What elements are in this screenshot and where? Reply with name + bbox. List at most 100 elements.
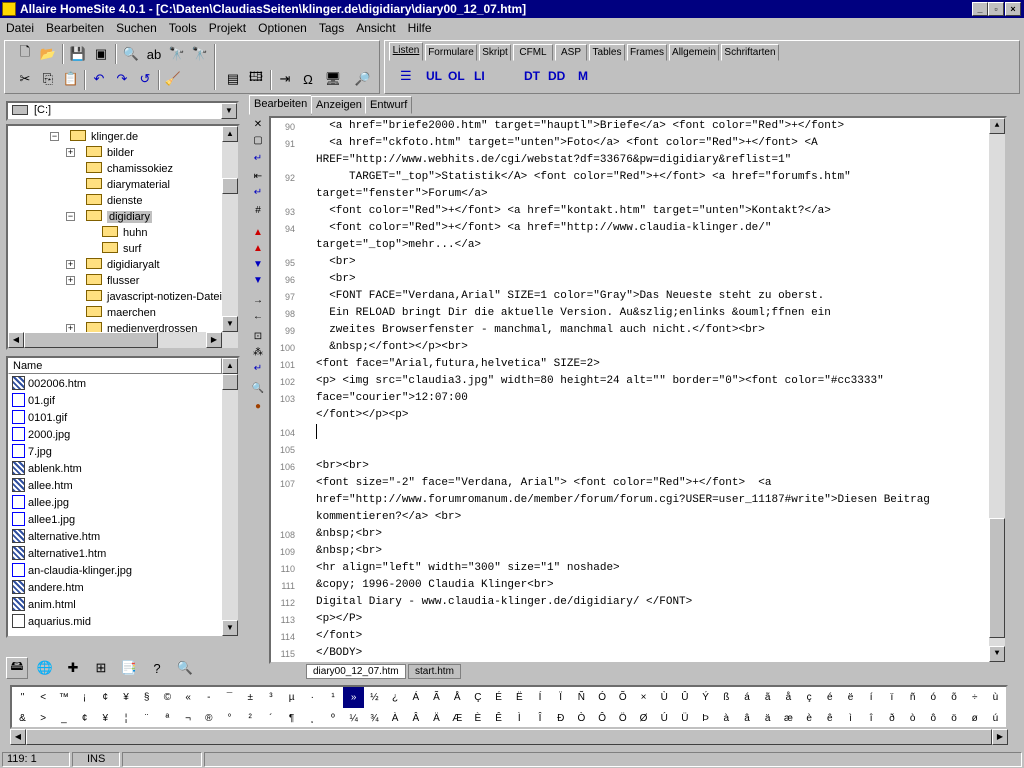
tree-item[interactable]: javascript-notizen-Dateien — [86, 289, 234, 305]
code-line[interactable]: &copy; 1996-2000 Claudia Klinger<br> — [316, 579, 554, 591]
menu-tags[interactable]: Tags — [313, 18, 350, 38]
special-char[interactable]: ¨ — [136, 708, 157, 729]
special-char[interactable]: Ô — [592, 708, 613, 729]
bookmark-prev-icon[interactable]: ▲ — [251, 242, 265, 256]
close-doc-icon[interactable]: ✕ — [251, 118, 265, 132]
minimize-button[interactable]: _ — [972, 2, 988, 16]
special-char[interactable]: ¹ — [323, 687, 344, 708]
special-char[interactable]: Û — [674, 687, 695, 708]
file-item[interactable]: aquarius.mid — [12, 614, 91, 631]
code-line[interactable]: kommentieren?</a> <br> — [316, 511, 461, 523]
special-char[interactable]: È — [467, 708, 488, 729]
replace-files-icon[interactable]: 🔭 — [189, 43, 211, 65]
drive-dropdown-icon[interactable]: ▼ — [221, 103, 237, 119]
quickbar-tab-frames[interactable]: Frames — [627, 44, 667, 61]
tag-button-li[interactable]: LI — [474, 66, 485, 86]
special-char[interactable]: µ — [281, 687, 302, 708]
file-item[interactable]: 0101.gif — [12, 410, 67, 427]
special-char[interactable]: è — [799, 708, 820, 729]
special-char[interactable]: â — [737, 708, 758, 729]
line-numbers-icon[interactable]: # — [251, 204, 265, 218]
paste-icon[interactable]: 📋 — [60, 68, 82, 90]
tree-hscroll[interactable]: ◀ ▶ — [8, 332, 238, 348]
code-line[interactable]: &nbsp;<br> — [316, 545, 382, 557]
doc-icon[interactable]: ▢ — [251, 134, 265, 148]
special-char[interactable]: Á — [405, 687, 426, 708]
special-char[interactable]: Å — [447, 687, 468, 708]
file-item[interactable]: 01.gif — [12, 393, 55, 410]
special-char[interactable]: Â — [405, 708, 426, 729]
menu-bearbeiten[interactable]: Bearbeiten — [40, 18, 110, 38]
special-char[interactable]: î — [861, 708, 882, 729]
expand-icon[interactable]: + — [66, 260, 75, 269]
special-char[interactable]: Ç — [467, 687, 488, 708]
quickbar-tab-schriftarten[interactable]: Schriftarten — [721, 44, 779, 61]
file-item[interactable]: 7.jpg — [12, 444, 52, 461]
special-char[interactable]: ² — [240, 708, 261, 729]
special-char[interactable]: ñ — [902, 687, 923, 708]
code-line[interactable]: Digital Diary - www.claudia-klinger.de/d… — [316, 596, 692, 608]
special-char[interactable]: ô — [923, 708, 944, 729]
special-char[interactable]: Ð — [550, 708, 571, 729]
special-char[interactable]: Ø — [633, 708, 654, 729]
special-char[interactable]: § — [136, 687, 157, 708]
special-char[interactable]: É — [488, 687, 509, 708]
bookmark-icon[interactable]: ▲ — [251, 226, 265, 240]
scroll-left-icon[interactable]: ◀ — [8, 332, 24, 348]
expand-icon[interactable]: + — [66, 148, 75, 157]
special-char[interactable]: ° — [219, 708, 240, 729]
file-item[interactable]: 2000.jpg — [12, 427, 70, 444]
special-char[interactable]: _ — [53, 708, 74, 729]
special-char[interactable]: ì — [840, 708, 861, 729]
code-line[interactable]: face="courier">12:07:00 — [316, 392, 468, 404]
special-char[interactable]: Õ — [612, 687, 633, 708]
special-char[interactable]: ä — [757, 708, 778, 729]
special-char[interactable]: ¢ — [95, 687, 116, 708]
code-line[interactable]: <a href="ckfoto.htm" target="unten">Foto… — [316, 137, 818, 149]
file-item[interactable]: alternative.htm — [12, 529, 100, 546]
file-item[interactable]: allee.jpg — [12, 495, 69, 512]
code-line[interactable]: HREF="http://www.webhits.de/cgi/webstat?… — [316, 154, 791, 166]
scroll-left-icon[interactable]: ◀ — [10, 729, 26, 745]
special-char[interactable]: ÷ — [964, 687, 985, 708]
tree-vscroll[interactable]: ▲ ▼ — [222, 126, 238, 332]
indent-right-icon[interactable]: → — [251, 294, 265, 308]
copy-icon[interactable]: ⎘ — [37, 68, 59, 90]
resource-tab-toggle-icon[interactable]: ▤ — [222, 68, 244, 90]
quickbar-tab-formulare[interactable]: Formulare — [425, 44, 477, 61]
special-char[interactable]: ù — [985, 687, 1006, 708]
special-char[interactable]: º — [323, 708, 344, 729]
code-editor[interactable]: 90 <a href="briefe2000.htm" target="haup… — [269, 116, 1007, 664]
browse-icon[interactable]: 🖽 — [245, 68, 267, 90]
special-char[interactable]: ¼ — [343, 708, 364, 729]
code-line[interactable]: <a href="briefe2000.htm" target="hauptl"… — [316, 120, 844, 132]
scroll-thumb[interactable] — [222, 178, 238, 194]
tree-item[interactable]: klinger.de — [70, 129, 138, 145]
scroll-up-icon[interactable]: ▲ — [222, 126, 238, 142]
redo-icon[interactable]: ↷ — [111, 68, 133, 90]
scroll-thumb[interactable] — [222, 374, 238, 390]
tag-inspector-icon[interactable]: 📑 — [118, 657, 140, 679]
special-char[interactable]: ê — [819, 708, 840, 729]
special-char[interactable]: ® — [198, 708, 219, 729]
help-icon[interactable]: ? — [146, 657, 168, 679]
special-char[interactable]: ¥ — [116, 687, 137, 708]
tag-button-dt[interactable]: DT — [524, 66, 540, 86]
code-line[interactable]: <br> — [316, 256, 355, 268]
special-char[interactable]: Þ — [695, 708, 716, 729]
hscroll-thumb[interactable] — [24, 332, 158, 348]
code-line[interactable]: </font></p><p> — [316, 409, 408, 421]
special-char[interactable]: ï — [881, 687, 902, 708]
code-line[interactable]: <FONT FACE="Verdana,Arial" SIZE=1 color=… — [316, 290, 824, 302]
tag-button-ol[interactable]: OL — [448, 66, 465, 86]
tree-item[interactable]: digidiaryalt — [86, 257, 160, 273]
quickbar-tab-asp[interactable]: ASP — [555, 44, 587, 61]
special-char[interactable]: Ó — [592, 687, 613, 708]
code-line[interactable]: &nbsp;<br> — [316, 528, 382, 540]
maximize-button[interactable]: ▫ — [988, 2, 1004, 16]
indent-left-icon[interactable]: ← — [251, 310, 265, 324]
code-line[interactable]: target="fenster">Forum</a> — [316, 188, 488, 200]
file-item[interactable]: anim.html — [12, 597, 76, 614]
code-line[interactable]: href="http://www.forumromanum.de/member/… — [316, 494, 930, 506]
special-char[interactable]: ã — [757, 687, 778, 708]
